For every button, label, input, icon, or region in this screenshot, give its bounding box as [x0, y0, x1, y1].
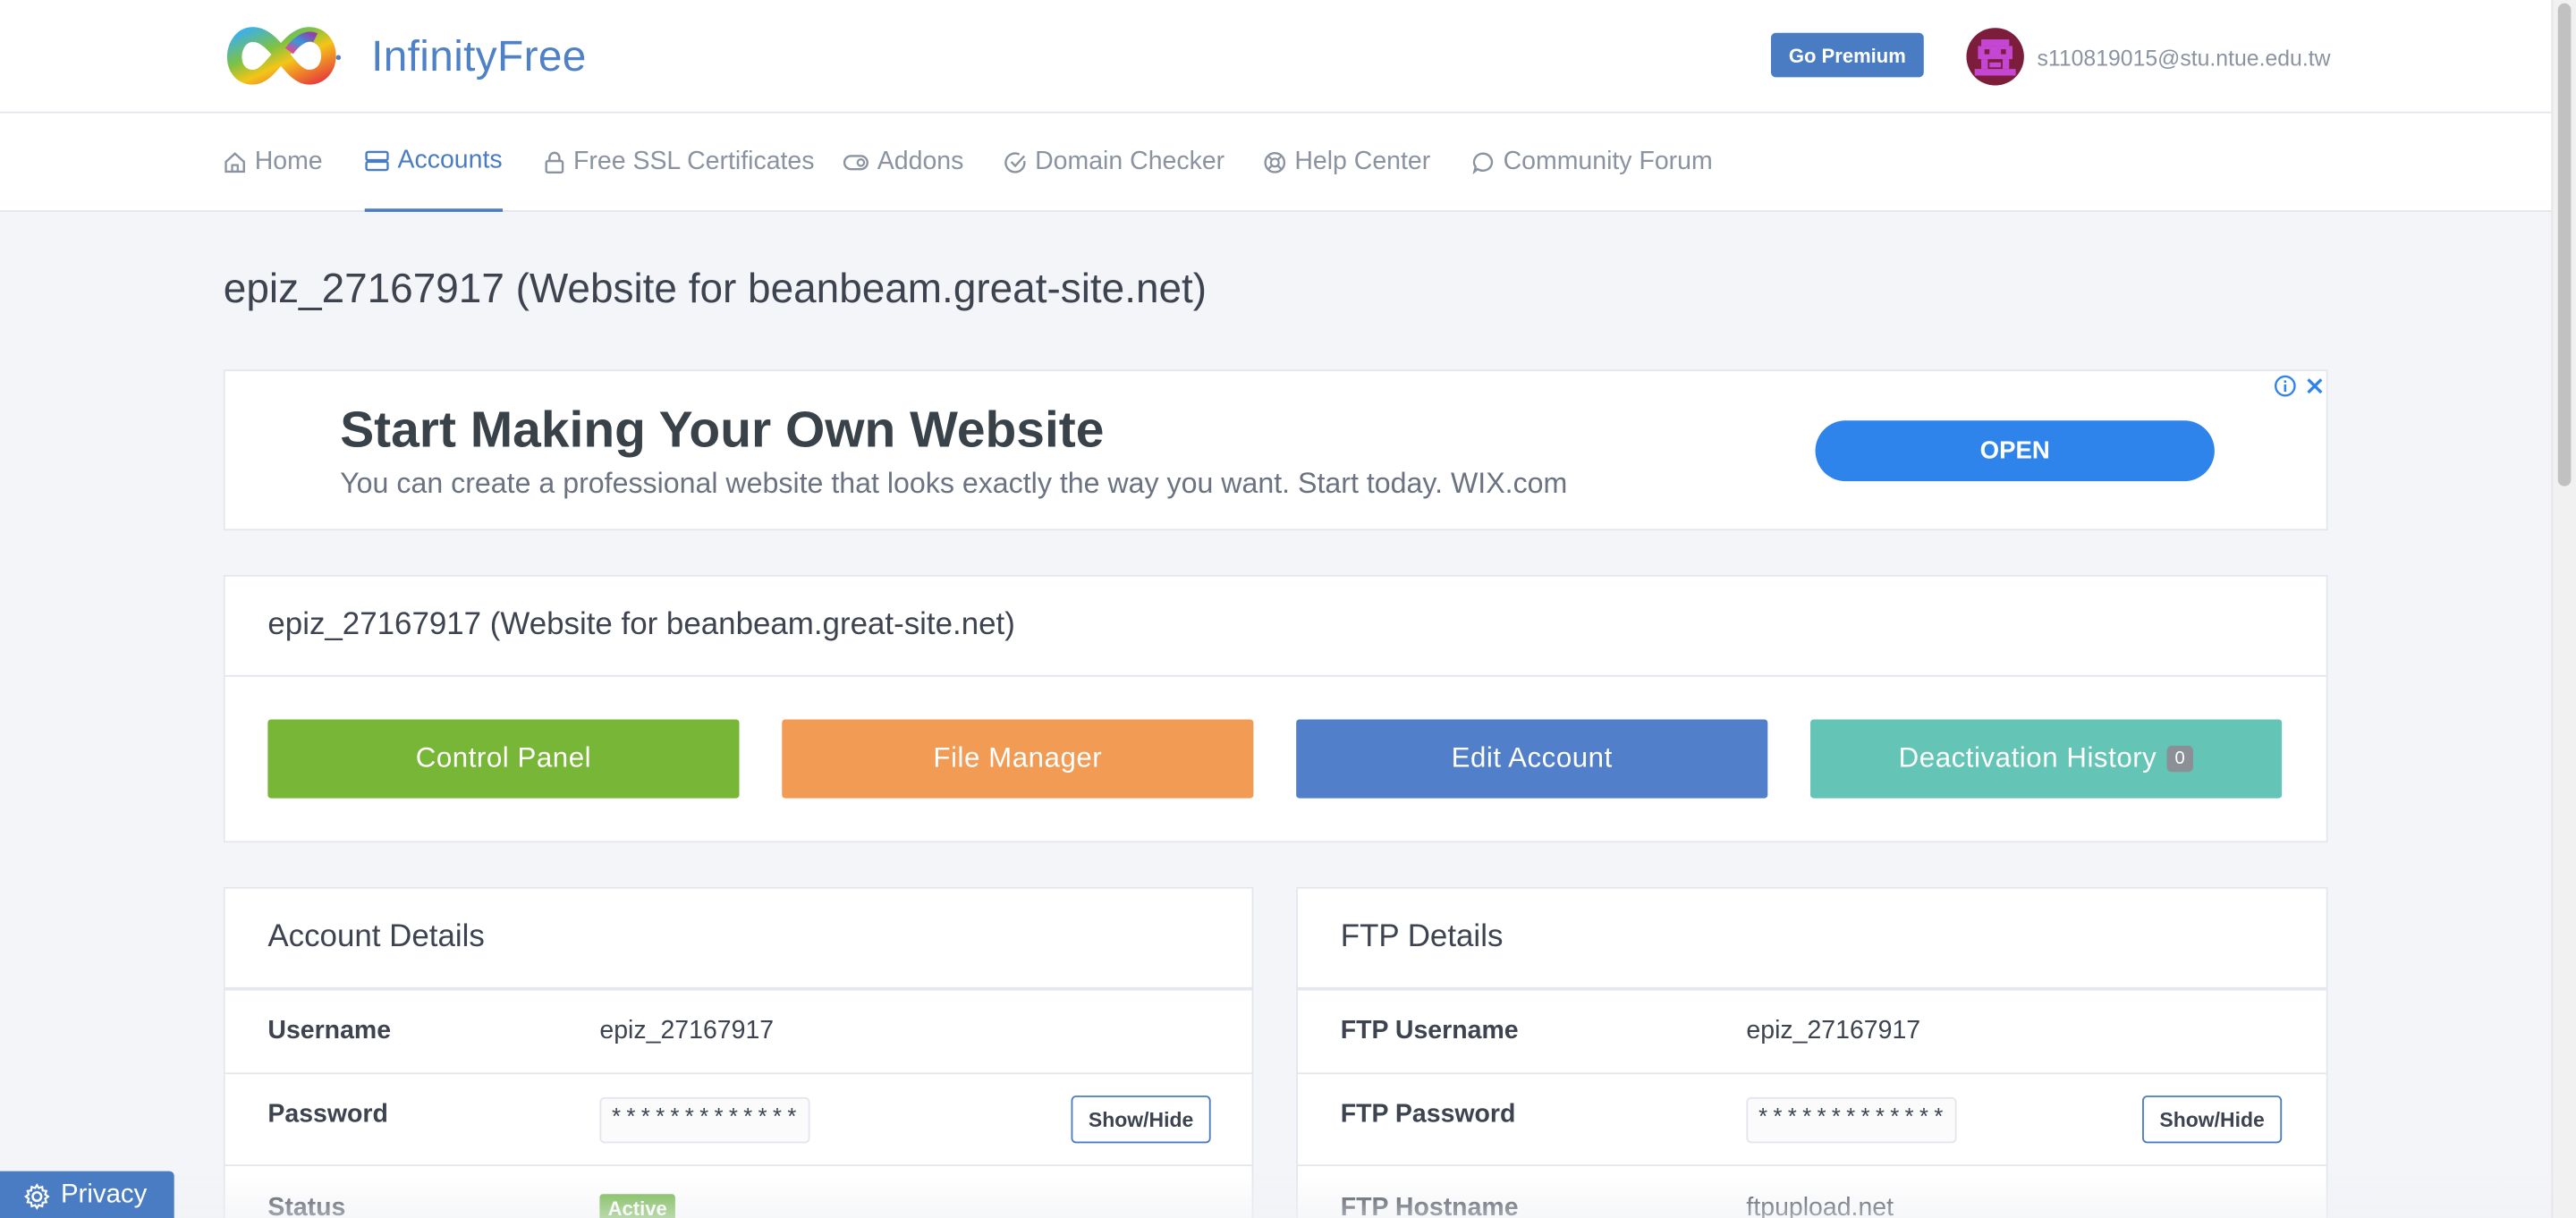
edit-account-label: Edit Account — [1451, 742, 1613, 774]
nav-home-label: Home — [254, 148, 323, 176]
file-manager-label: File Manager — [933, 742, 1103, 774]
password-label: Password — [267, 1100, 388, 1129]
status-label: Status — [267, 1194, 346, 1218]
check-circle-icon — [1004, 152, 1026, 173]
nav-addons-label: Addons — [877, 148, 964, 176]
deactivation-history-label: Deactivation History — [1898, 742, 2157, 774]
ad-body[interactable]: You can create a professional website th… — [340, 467, 1567, 502]
ad-open-button[interactable]: OPEN — [1815, 420, 2215, 482]
ad-banner[interactable]: Start Making Your Own Website You can cr… — [223, 369, 2328, 531]
scrollbar-thumb[interactable] — [2557, 3, 2572, 486]
nav-help-center-label: Help Center — [1294, 148, 1431, 176]
ftp-username-value: epiz_27167917 — [1746, 1016, 1921, 1045]
nav-domain-checker-label: Domain Checker — [1035, 148, 1225, 176]
nav-community-forum-label: Community Forum — [1503, 148, 1713, 176]
nav-ssl-label: Free SSL Certificates — [573, 148, 815, 176]
go-premium-button[interactable]: Go Premium — [1770, 32, 1924, 78]
page-scrollbar[interactable] — [2551, 0, 2576, 1218]
ftp-password-row: FTP Password ************* Show/Hide — [1297, 1072, 2326, 1164]
nav-home[interactable]: Home — [224, 114, 323, 212]
page-title: epiz_27167917 (Website for beanbeam.grea… — [223, 266, 1208, 312]
brand-name: InfinityFree — [371, 30, 587, 80]
chat-icon — [1472, 152, 1494, 174]
home-icon — [225, 152, 245, 173]
accounts-icon — [365, 150, 389, 172]
username-label: Username — [267, 1016, 392, 1045]
ftp-username-label: FTP Username — [1340, 1016, 1519, 1045]
deactivation-count-badge: 0 — [2166, 745, 2194, 773]
status-badge: Active — [599, 1194, 675, 1218]
ftp-password-label: FTP Password — [1340, 1100, 1516, 1129]
nav-ssl[interactable]: Free SSL Certificates — [544, 114, 815, 212]
account-details-title: Account Details — [225, 889, 1252, 989]
account-card: epiz_27167917 (Website for beanbeam.grea… — [223, 574, 2328, 843]
file-manager-button[interactable]: File Manager — [782, 719, 1254, 799]
username-value: epiz_27167917 — [599, 1016, 775, 1045]
account-card-title: epiz_27167917 (Website for beanbeam.grea… — [225, 577, 2326, 677]
username-row: Username epiz_27167917 — [225, 988, 1252, 1073]
user-email[interactable]: s110819015@stu.ntue.edu.tw — [2038, 46, 2331, 71]
ftp-details-title: FTP Details — [1297, 889, 2326, 989]
nav-domain-checker[interactable]: Domain Checker — [1004, 114, 1224, 212]
top-header: InfinityFree Go Premium s110819015@stu.n… — [0, 0, 2552, 114]
control-panel-label: Control Panel — [415, 742, 592, 774]
privacy-button[interactable]: Privacy — [0, 1171, 174, 1218]
nav-addons[interactable]: Addons — [843, 114, 963, 212]
nav-accounts[interactable]: Accounts — [364, 114, 503, 212]
ftp-hostname-value: ftpupload.net — [1746, 1194, 1894, 1218]
avatar[interactable] — [1966, 28, 2024, 86]
password-row: Password ************* Show/Hide — [225, 1072, 1252, 1164]
ad-info-icon[interactable] — [2274, 375, 2297, 398]
ftp-details-card: FTP Details FTP Username epiz_27167917 F… — [1296, 886, 2328, 1218]
show-hide-password-button[interactable]: Show/Hide — [1071, 1095, 1211, 1144]
status-row: Status Active — [225, 1164, 1252, 1218]
lifebuoy-icon — [1264, 151, 1286, 173]
ftp-hostname-row: FTP Hostname ftpupload.net — [1297, 1164, 2326, 1218]
ftp-password-field[interactable]: ************* — [1746, 1096, 1956, 1144]
ad-close-icon[interactable] — [2303, 375, 2326, 398]
lock-icon — [545, 151, 564, 174]
control-panel-button[interactable]: Control Panel — [267, 719, 740, 799]
gear-icon — [23, 1182, 50, 1210]
nav-community-forum[interactable]: Community Forum — [1472, 114, 1713, 212]
ftp-hostname-label: FTP Hostname — [1340, 1194, 1519, 1218]
ad-title[interactable]: Start Making Your Own Website — [340, 401, 1104, 460]
ftp-username-row: FTP Username epiz_27167917 — [1297, 988, 2326, 1073]
deactivation-history-button[interactable]: Deactivation History 0 — [1810, 719, 2283, 799]
logo[interactable]: InfinityFree — [224, 25, 587, 88]
page: InfinityFree Go Premium s110819015@stu.n… — [0, 0, 2576, 1218]
toggle-icon — [843, 155, 869, 171]
password-field[interactable]: ************* — [599, 1096, 809, 1144]
show-hide-ftp-password-button[interactable]: Show/Hide — [2142, 1095, 2283, 1144]
nav-accounts-label: Accounts — [397, 146, 503, 174]
account-details-card: Account Details Username epiz_27167917 P… — [223, 886, 1254, 1218]
edit-account-button[interactable]: Edit Account — [1296, 719, 1768, 799]
infinity-logo-icon — [224, 25, 342, 88]
main-nav: Home Accounts Free SSL Certificates Addo… — [0, 113, 2552, 212]
nav-help-center[interactable]: Help Center — [1263, 114, 1430, 212]
privacy-label: Privacy — [60, 1180, 148, 1209]
